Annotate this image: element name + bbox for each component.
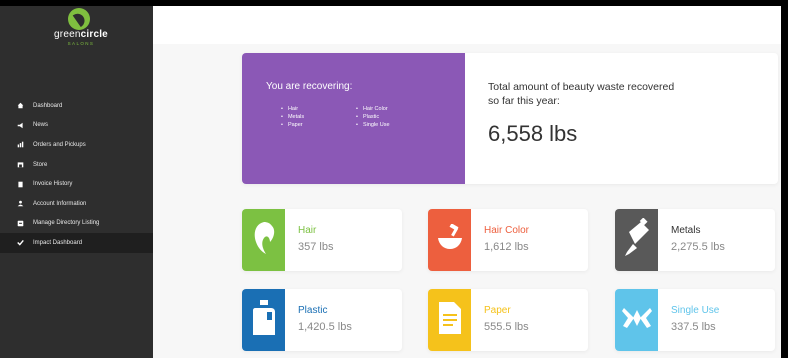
- plastic-jug-icon: [251, 299, 277, 342]
- material-card-paper[interactable]: Paper 555.5 lbs: [428, 289, 588, 351]
- metal-tube-icon: [623, 216, 651, 263]
- sidebar-item-impact-dashboard[interactable]: Impact Dashboard: [0, 233, 153, 253]
- plastic-tile: [242, 289, 285, 351]
- check-icon: [17, 239, 24, 247]
- material-item: Hair: [281, 105, 304, 113]
- sidebar-item-dashboard[interactable]: Dashboard: [0, 96, 153, 116]
- bar-chart-icon: [17, 141, 24, 148]
- card-material-amount: 2,275.5 lbs: [671, 241, 725, 253]
- sidebar-nav: Dashboard News Orders and Pickups Store …: [0, 96, 153, 253]
- material-card-hair-color[interactable]: Hair Color 1,612 lbs: [428, 209, 588, 271]
- card-material-name: Hair Color: [484, 225, 530, 236]
- sidebar-item-label: News: [33, 122, 49, 129]
- sidebar-item-label: Store: [33, 161, 48, 168]
- single-use-icon: [621, 304, 653, 337]
- material-card-single-use[interactable]: Single Use 337.5 lbs: [615, 289, 775, 351]
- main-content: You are recovering: Hair Metals Paper Ha…: [153, 6, 781, 358]
- material-item: Plastic: [356, 113, 390, 121]
- sidebar-item-invoice-history[interactable]: Invoice History: [0, 174, 153, 194]
- hair-tile: [242, 209, 285, 271]
- megaphone-icon: [17, 122, 24, 129]
- brand-name-light: green: [54, 29, 81, 40]
- material-item: Hair Color: [356, 105, 390, 113]
- card-material-name: Single Use: [671, 305, 720, 316]
- recovery-summary-card: You are recovering: Hair Metals Paper Ha…: [242, 53, 778, 184]
- card-material-name: Paper: [484, 305, 511, 316]
- card-material-amount: 337.5 lbs: [671, 321, 716, 333]
- brand-name-bold: circle: [80, 29, 108, 40]
- sidebar-item-label: Manage Directory Listing: [33, 220, 100, 227]
- single-use-tile: [615, 289, 658, 351]
- logo-mark-icon: [68, 8, 90, 30]
- sidebar-item-store[interactable]: Store: [0, 155, 153, 175]
- hair-color-tile: [428, 209, 471, 271]
- material-item: Single Use: [356, 121, 390, 129]
- sidebar-item-label: Account Information: [33, 200, 87, 207]
- total-waste-label: Total amount of beauty waste recovered s…: [488, 81, 675, 107]
- sidebar-item-label: Orders and Pickups: [33, 141, 86, 148]
- material-item: Metals: [281, 113, 304, 121]
- card-material-amount: 1,420.5 lbs: [298, 321, 352, 333]
- card-material-amount: 555.5 lbs: [484, 321, 529, 333]
- recovering-panel: You are recovering: Hair Metals Paper Ha…: [242, 53, 465, 184]
- materials-list-right: Hair Color Plastic Single Use: [356, 105, 390, 129]
- hair-color-icon: [435, 222, 465, 257]
- material-item: Paper: [281, 121, 304, 129]
- sidebar-item-label: Invoice History: [33, 181, 73, 188]
- sidebar-item-label: Impact Dashboard: [33, 239, 83, 246]
- top-bar: [153, 6, 781, 44]
- metals-tile: [615, 209, 658, 271]
- sidebar-item-account-information[interactable]: Account Information: [0, 194, 153, 214]
- brand-name: greencircle: [46, 29, 116, 40]
- card-material-amount: 1,612 lbs: [484, 241, 529, 253]
- sidebar-item-manage-directory-listing[interactable]: Manage Directory Listing: [0, 214, 153, 234]
- document-icon: [17, 181, 24, 188]
- home-icon: [17, 102, 24, 109]
- material-card-metals[interactable]: Metals 2,275.5 lbs: [615, 209, 775, 271]
- material-card-hair[interactable]: Hair 357 lbs: [242, 209, 402, 271]
- card-material-name: Metals: [671, 225, 701, 236]
- card-material-amount: 357 lbs: [298, 241, 334, 253]
- paper-tile: [428, 289, 471, 351]
- sidebar: greencircle SALONS Dashboard News Orders…: [0, 6, 153, 358]
- brand-logo[interactable]: greencircle SALONS: [46, 6, 116, 50]
- sidebar-item-orders-and-pickups[interactable]: Orders and Pickups: [0, 135, 153, 155]
- card-material-name: Hair: [298, 225, 317, 236]
- app-window: greencircle SALONS Dashboard News Orders…: [0, 6, 781, 358]
- recovering-title: You are recovering:: [266, 81, 353, 92]
- edit-icon: [17, 220, 24, 227]
- sidebar-item-news[interactable]: News: [0, 116, 153, 136]
- material-card-plastic[interactable]: Plastic 1,420.5 lbs: [242, 289, 402, 351]
- sidebar-item-label: Dashboard: [33, 102, 63, 109]
- user-icon: [17, 200, 24, 207]
- store-icon: [17, 161, 24, 168]
- hair-icon: [250, 220, 278, 261]
- total-waste-value: 6,558 lbs: [488, 121, 578, 146]
- brand-subtitle: SALONS: [67, 41, 95, 46]
- paper-icon: [438, 301, 462, 340]
- materials-list-left: Hair Metals Paper: [281, 105, 304, 129]
- card-material-name: Plastic: [298, 305, 328, 316]
